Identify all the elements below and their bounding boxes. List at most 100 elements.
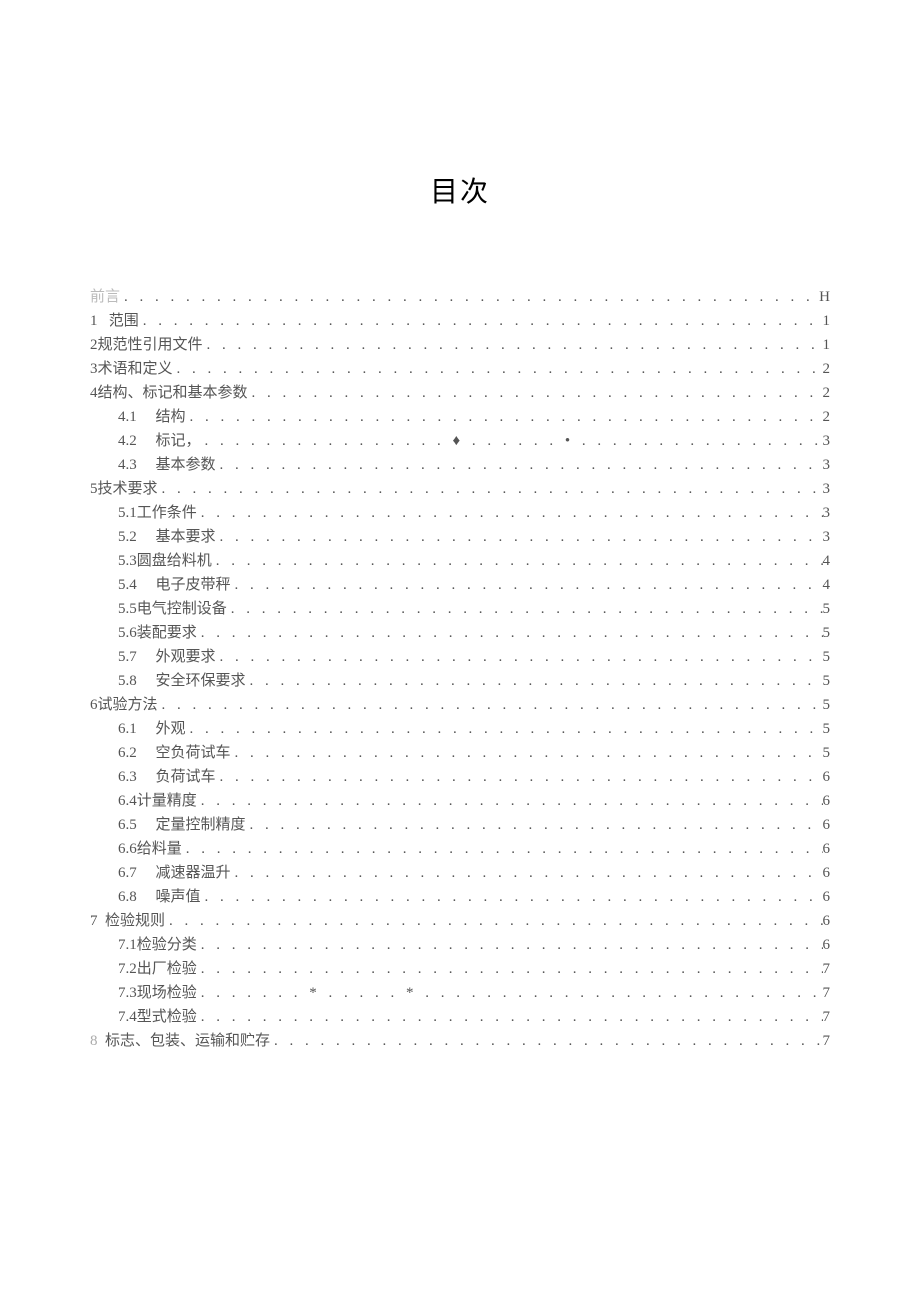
toc-entry: 4.1 结构. . . . . . . . . . . . . . . . . …: [90, 410, 830, 425]
toc-entry-number: 5.6: [118, 626, 137, 641]
toc-entry-text: 电子皮带秤: [156, 577, 231, 593]
toc-entry-text: 给料量: [137, 841, 182, 857]
toc-entry: 6.8 噪声值. . . . . . . . . . . . . . . . .…: [90, 890, 830, 905]
table-of-contents: 前言 . . . . . . . . . . . . . . . . . . . …: [90, 290, 830, 1049]
toc-entry-text: 装配要求: [137, 625, 197, 641]
toc-entry: 6.4计量精度. . . . . . . . . . . . . . . . .…: [90, 794, 830, 809]
toc-leader-dots: . . . . . . . . . . . . . . . . . . . . …: [216, 458, 823, 473]
toc-entry-number: 5.1: [118, 506, 137, 521]
toc-title: 目次: [90, 170, 830, 210]
toc-leader-dots: . . . . . . . . . . . . . . . . ♦ . . . …: [201, 434, 823, 449]
toc-entry-text: 型式检验: [137, 1009, 197, 1025]
toc-entry-text: 规范性引用文件: [98, 337, 203, 353]
toc-entry-text: 标志、包装、运输和贮存: [105, 1033, 270, 1049]
toc-leader-dots: . . . . . . . . . . . . . . . . . . . . …: [216, 650, 823, 665]
toc-entry-text: 空负荷试车: [156, 745, 231, 761]
toc-entry-text: 技术要求: [98, 481, 158, 497]
toc-entry-page: 2: [823, 386, 831, 401]
toc-entry-text: 圆盘给料机: [137, 553, 212, 569]
toc-leader-dots: . . . . . . . . . . . . . . . . . . . . …: [197, 962, 823, 977]
toc-entry-number: 5.2: [118, 530, 137, 545]
toc-entry-label: 5.2 基本要求: [118, 530, 216, 545]
toc-leader-dots: . . . . . . . . . . . . . . . . . . . . …: [158, 698, 823, 713]
toc-entry-label: 4.3 基本参数: [118, 458, 216, 473]
toc-entry-gap: [137, 866, 156, 881]
toc-entry: 6.3 负荷试车. . . . . . . . . . . . . . . . …: [90, 770, 830, 785]
toc-entry-page: 5: [823, 626, 831, 641]
toc-entry: 5.1工作条件. . . . . . . . . . . . . . . . .…: [90, 506, 830, 521]
toc-leader-dots: . . . . . . . . . . . . . . . . . . . . …: [231, 746, 823, 761]
toc-entry-gap: [137, 578, 156, 593]
toc-entry: 5.6装配要求. . . . . . . . . . . . . . . . .…: [90, 626, 830, 641]
toc-entry-number: 4.3: [118, 458, 137, 473]
toc-entry: 8 标志、包装、运输和贮存. . . . . . . . . . . . . .…: [90, 1034, 830, 1049]
toc-entry-page: 5: [823, 602, 831, 617]
toc-entry-page: 5: [823, 674, 831, 689]
toc-entry-page: 6: [823, 770, 831, 785]
toc-entry-text: 前言: [90, 289, 120, 305]
toc-leader-dots: . . . . . . . . . . . . . . . . . . . . …: [158, 482, 823, 497]
toc-entry-label: 5.4 电子皮带秤: [118, 578, 231, 593]
toc-entry: 5.3圆盘给料机. . . . . . . . . . . . . . . . …: [90, 554, 830, 569]
toc-leader-dots: . . . . . . . . . . . . . . . . . . . . …: [227, 602, 823, 617]
toc-entry-label: 5技术要求: [90, 482, 158, 497]
toc-entry-number: 5.4: [118, 578, 137, 593]
toc-entry-number: 5.7: [118, 650, 137, 665]
toc-entry-page: 7: [823, 962, 831, 977]
toc-entry: 7.2出厂检验. . . . . . . . . . . . . . . . .…: [90, 962, 830, 977]
toc-entry-page: 3: [823, 506, 831, 521]
toc-entry: 7.3现场检验. . . . . . . * . . . . . * . . .…: [90, 986, 830, 1001]
toc-entry: 5.4 电子皮带秤. . . . . . . . . . . . . . . .…: [90, 578, 830, 593]
toc-entry-label: 6.8 噪声值: [118, 890, 201, 905]
toc-entry-page: 2: [823, 362, 831, 377]
toc-entry-gap: [137, 818, 156, 833]
toc-entry: 6试验方法. . . . . . . . . . . . . . . . . .…: [90, 698, 830, 713]
toc-entry-text: 减速器温升: [156, 865, 231, 881]
toc-leader-dots: . . . . . . . . . . . . . . . . . . . . …: [231, 866, 823, 881]
toc-entry-text: 安全环保要求: [156, 673, 246, 689]
toc-entry-number: 6.7: [118, 866, 137, 881]
toc-entry-gap: [137, 650, 156, 665]
toc-leader-dots: . . . . . . . . . . . . . . . . . . . . …: [231, 578, 823, 593]
toc-entry-label: 5.5电气控制设备: [118, 602, 227, 617]
toc-entry-page: 7: [823, 986, 831, 1001]
toc-entry: 6.1 外观. . . . . . . . . . . . . . . . . …: [90, 722, 830, 737]
toc-entry-page: 5: [823, 698, 831, 713]
toc-entry-number: 8: [90, 1034, 98, 1049]
toc-leader-dots: . . . . . . . * . . . . . * . . . . . . …: [197, 986, 823, 1001]
toc-entry-page: 4: [823, 554, 831, 569]
toc-entry-text: 外观要求: [156, 649, 216, 665]
toc-leader-dots: . . . . . . . . . . . . . . . . . . . . …: [197, 626, 823, 641]
toc-entry-label: 5.6装配要求: [118, 626, 197, 641]
toc-entry: 5.7 外观要求. . . . . . . . . . . . . . . . …: [90, 650, 830, 665]
toc-entry-number: 5.8: [118, 674, 137, 689]
toc-entry-label: 前言: [90, 290, 120, 305]
toc-entry-label: 7.3现场检验: [118, 986, 197, 1001]
toc-entry-label: 5.7 外观要求: [118, 650, 216, 665]
toc-entry-number: 6.2: [118, 746, 137, 761]
toc-entry-page: 5: [823, 650, 831, 665]
toc-leader-dots: . . . . . . . . . . . . . . . . . . . . …: [186, 722, 823, 737]
toc-entry: 3术语和定义. . . . . . . . . . . . . . . . . …: [90, 362, 830, 377]
toc-entry: 1 范围. . . . . . . . . . . . . . . . . . …: [90, 314, 830, 329]
toc-entry-number: 6.8: [118, 890, 137, 905]
toc-entry-label: 1 范围: [90, 314, 139, 329]
toc-entry-label: 3术语和定义: [90, 362, 173, 377]
toc-entry-label: 5.3圆盘给料机: [118, 554, 212, 569]
toc-entry: 5.5电气控制设备. . . . . . . . . . . . . . . .…: [90, 602, 830, 617]
toc-leader-dots: . . . . . . . . . . . . . . . . . . . . …: [197, 506, 823, 521]
toc-entry-gap: [137, 530, 156, 545]
toc-leader-dots: . . . . . . . . . . . . . . . . . . . . …: [197, 1010, 823, 1025]
toc-leader-dots: . . . . . . . . . . . . . . . . . . . . …: [248, 386, 823, 401]
toc-entry-page: 7: [823, 1034, 831, 1049]
toc-entry: 7.1检验分类. . . . . . . . . . . . . . . . .…: [90, 938, 830, 953]
toc-leader-dots: . . . . . . . . . . . . . . . . . . . . …: [197, 794, 823, 809]
toc-entry-text: 出厂检验: [137, 961, 197, 977]
toc-entry-gap: [137, 722, 156, 737]
toc-entry-number: 7.3: [118, 986, 137, 1001]
toc-leader-dots: . . . . . . . . . . . . . . . . . . . . …: [201, 890, 823, 905]
toc-entry-number: 6.3: [118, 770, 137, 785]
toc-entry: 4.3 基本参数. . . . . . . . . . . . . . . . …: [90, 458, 830, 473]
toc-entry-gap: [137, 770, 156, 785]
toc-entry: 6.6给料量. . . . . . . . . . . . . . . . . …: [90, 842, 830, 857]
